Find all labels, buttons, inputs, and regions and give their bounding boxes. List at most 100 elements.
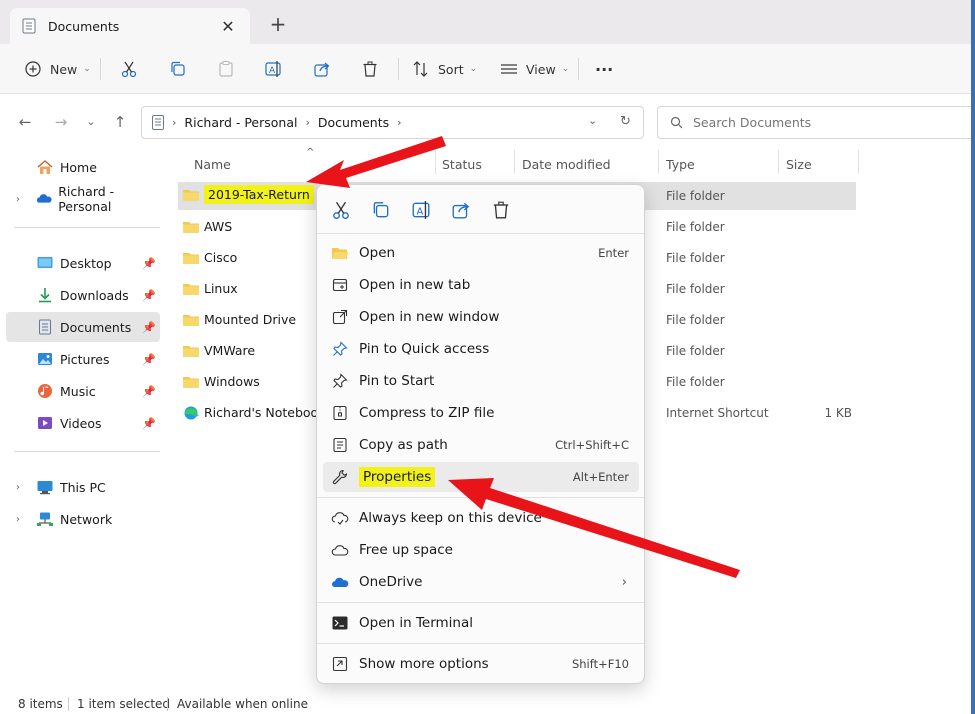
menu-item-copy-path[interactable]: Copy as path Ctrl+Shift+C — [323, 430, 639, 460]
pin-icon[interactable]: 📌 — [142, 321, 156, 334]
pin-icon[interactable]: 📌 — [142, 353, 156, 366]
menu-item-open-new-window[interactable]: Open in new window — [323, 302, 639, 332]
menu-item-open-terminal[interactable]: Open in Terminal — [323, 608, 639, 638]
back-arrow-icon[interactable]: ← — [15, 112, 35, 132]
menu-item-label: Always keep on this device — [359, 510, 542, 526]
copy-button[interactable] — [169, 56, 187, 82]
paste-button[interactable] — [217, 56, 235, 82]
column-header-date[interactable]: Date modified — [522, 157, 611, 172]
up-arrow-icon[interactable]: ↑ — [110, 112, 130, 132]
sidebar-item-label: Desktop — [60, 255, 112, 271]
view-button[interactable]: View ⌄ — [500, 56, 569, 82]
expand-chevron-icon[interactable]: › — [16, 482, 20, 493]
pin-icon — [331, 340, 349, 358]
tab-documents[interactable]: Documents ✕ — [10, 8, 250, 44]
sidebar-item-videos[interactable]: Videos 📌 — [6, 408, 160, 438]
refresh-icon[interactable]: ↻ — [620, 114, 631, 129]
menu-item-pin-quick-access[interactable]: Pin to Quick access — [323, 334, 639, 364]
menu-item-label: OneDrive — [359, 574, 423, 590]
menu-item-label: Properties — [359, 467, 436, 487]
desktop-icon — [37, 257, 53, 268]
pin-icon[interactable]: 📌 — [142, 289, 156, 302]
pc-icon — [37, 481, 53, 495]
menu-item-onedrive[interactable]: OneDrive › — [323, 567, 639, 597]
menu-item-properties[interactable]: Properties Alt+Enter — [323, 462, 639, 492]
sidebar-item-this-pc[interactable]: › This PC — [6, 472, 160, 502]
menu-item-label: Free up space — [359, 542, 453, 558]
view-icon — [501, 64, 517, 74]
edge-shortcut-icon — [184, 406, 199, 419]
folder-open-icon — [331, 244, 349, 262]
sort-icon — [413, 61, 428, 77]
menu-shortcut: Shift+F10 — [571, 657, 629, 671]
search-box[interactable] — [657, 106, 975, 139]
sidebar-item-pictures[interactable]: Pictures 📌 — [6, 344, 160, 374]
breadcrumb-chevron-icon[interactable]: › — [172, 116, 176, 129]
address-bar[interactable]: › Richard - Personal › Documents › ⌄ ↻ — [141, 106, 644, 139]
menu-item-open[interactable]: Open Enter — [323, 238, 639, 268]
column-header-status[interactable]: Status — [442, 157, 482, 172]
documents-location-icon — [152, 115, 164, 130]
menu-item-open-new-tab[interactable]: Open in new tab — [323, 270, 639, 300]
close-tab-icon[interactable]: ✕ — [218, 17, 238, 36]
status-divider — [68, 697, 69, 711]
share-icon — [314, 62, 330, 77]
recent-chevron-icon[interactable]: ⌄ — [81, 112, 101, 132]
view-label: View — [526, 61, 556, 77]
trash-icon[interactable] — [491, 200, 511, 220]
menu-item-compress-zip[interactable]: Compress to ZIP file — [323, 398, 639, 428]
forward-arrow-icon[interactable]: → — [51, 112, 71, 132]
sort-button[interactable]: Sort ⌄ — [412, 56, 477, 82]
terminal-icon — [331, 614, 349, 632]
documents-tab-icon — [22, 18, 36, 34]
copy-icon[interactable] — [371, 200, 391, 220]
sidebar-item-downloads[interactable]: Downloads 📌 — [6, 280, 160, 310]
new-tab-button[interactable]: + — [266, 12, 290, 36]
file-name: 2019-Tax-Return — [204, 185, 314, 204]
rename-icon[interactable]: A — [411, 200, 431, 220]
address-dropdown-icon[interactable]: ⌄ — [588, 114, 597, 127]
share-icon[interactable] — [451, 200, 471, 220]
breadcrumb-richard-personal[interactable]: Richard - Personal — [184, 115, 297, 130]
expand-chevron-icon[interactable]: › — [16, 194, 20, 205]
sidebar-item-label: This PC — [60, 479, 106, 495]
sidebar-item-desktop[interactable]: Desktop 📌 — [6, 248, 160, 278]
menu-item-pin-start[interactable]: Pin to Start — [323, 366, 639, 396]
see-more-button[interactable]: ··· — [595, 56, 613, 82]
menu-item-label: Open in new window — [359, 309, 500, 325]
expand-chevron-icon[interactable]: › — [16, 514, 20, 525]
menu-item-label: Compress to ZIP file — [359, 405, 495, 421]
rename-button[interactable]: A — [264, 56, 282, 82]
share-button[interactable] — [313, 56, 331, 82]
sidebar-item-music[interactable]: Music 📌 — [6, 376, 160, 406]
search-input[interactable] — [693, 115, 943, 130]
pin-icon[interactable]: 📌 — [142, 385, 156, 398]
pin-icon[interactable]: 📌 — [142, 417, 156, 430]
paste-icon — [219, 61, 233, 77]
file-name: Mounted Drive — [204, 312, 297, 327]
file-type: File folder — [666, 251, 725, 265]
sidebar-item-documents[interactable]: Documents 📌 — [6, 312, 160, 342]
pin-icon[interactable]: 📌 — [142, 257, 156, 270]
sidebar-item-network[interactable]: › Network — [6, 504, 160, 534]
breadcrumb-chevron-icon[interactable]: › — [397, 116, 401, 129]
menu-item-always-keep[interactable]: Always keep on this device — [323, 503, 639, 533]
column-header-name[interactable]: Name — [194, 157, 231, 172]
sidebar-item-richard-personal[interactable]: › Richard - Personal — [6, 184, 160, 214]
svg-text:A: A — [417, 206, 424, 217]
breadcrumb-chevron-icon[interactable]: › — [305, 116, 309, 129]
column-divider — [858, 150, 859, 174]
breadcrumb-documents[interactable]: Documents — [318, 115, 389, 130]
sidebar-item-home[interactable]: Home — [6, 152, 160, 182]
column-header-size[interactable]: Size — [786, 157, 812, 172]
menu-item-label: Open — [359, 245, 396, 261]
column-header-type[interactable]: Type — [666, 157, 695, 172]
menu-item-free-up-space[interactable]: Free up space — [323, 535, 639, 565]
cut-icon[interactable] — [331, 200, 351, 220]
home-icon — [37, 160, 53, 174]
copy-path-icon — [331, 436, 349, 454]
cut-button[interactable] — [120, 56, 138, 82]
new-button[interactable]: New ⌄ — [24, 56, 91, 82]
menu-item-show-more-options[interactable]: Show more options Shift+F10 — [323, 649, 639, 679]
delete-button[interactable] — [361, 56, 379, 82]
